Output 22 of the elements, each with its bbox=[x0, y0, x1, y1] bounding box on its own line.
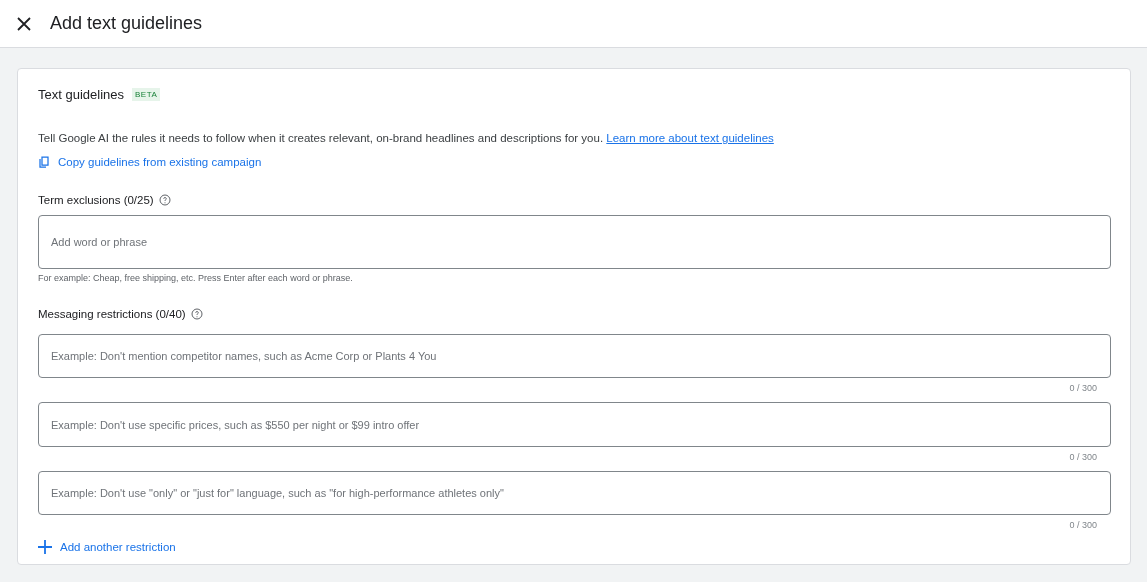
input-field[interactable]: Example: Don't use "only" or "just for" language, such as "for high-performance athletes only" bbox=[38, 470, 1111, 515]
helper-text: For example: Cheap, free shipping, etc. Press Enter after each word or phrase. bbox=[38, 273, 354, 284]
input-field[interactable]: Example: Don't mention competitor names, such as Acme Corp or Plants 4 You bbox=[38, 334, 1111, 379]
character-counter: 0 / 300 bbox=[1068, 520, 1097, 530]
add-restriction-link[interactable]: Add another restriction bbox=[38, 540, 176, 554]
page-title: Add text guidelines bbox=[50, 13, 203, 34]
help-icon[interactable] bbox=[158, 194, 171, 206]
character-counter: 0 / 300 bbox=[1068, 383, 1097, 394]
close-button[interactable] bbox=[16, 15, 32, 32]
input-field[interactable]: Add word or phrase bbox=[38, 215, 1111, 270]
field-label: Messaging restrictions (0/40) bbox=[38, 308, 186, 321]
learn-more-link[interactable]: Learn more about text guidelines bbox=[606, 132, 774, 144]
copy-icon bbox=[38, 156, 50, 168]
character-counter: 0 / 300 bbox=[1068, 451, 1097, 462]
copy-guidelines-link[interactable]: Copy guidelines from existing campaign bbox=[38, 156, 262, 168]
help-icon[interactable] bbox=[190, 308, 203, 321]
beta-badge: BETA bbox=[132, 88, 161, 101]
plus-icon bbox=[38, 540, 52, 554]
section-title: Text guidelines bbox=[38, 87, 124, 102]
field-label: Term exclusions (0/25) bbox=[38, 194, 154, 206]
description-text: Tell Google AI the rules it needs to follow when it creates relevant, on-brand headlines and descriptions for you. Learn more about text guidelines bbox=[38, 132, 775, 144]
input-field[interactable]: Example: Don't use specific prices, such as $550 per night or $99 intro offer bbox=[38, 402, 1111, 447]
